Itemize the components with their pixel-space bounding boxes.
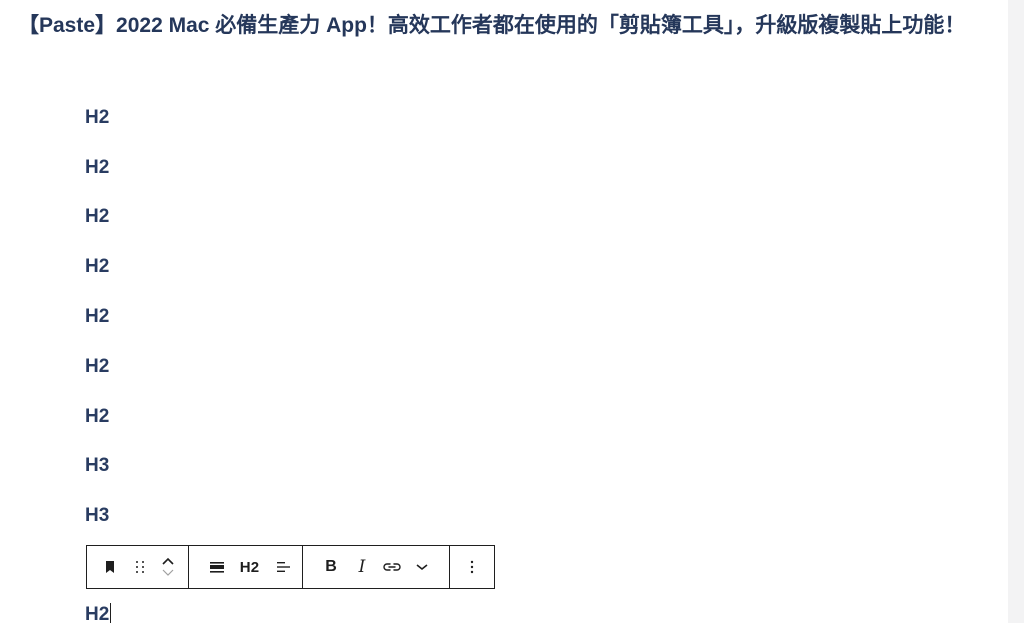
italic-button[interactable]: I [350,552,374,582]
heading-label[interactable]: H2 [85,205,109,229]
heading-label[interactable]: H2 [85,255,109,279]
heading-label[interactable]: H2 [85,106,109,130]
right-gutter [1008,0,1024,623]
heading-block[interactable]: H2 [85,204,109,254]
heading-block[interactable]: H2 [85,104,109,154]
heading-block[interactable]: H2 [85,403,109,453]
selected-heading-label[interactable]: H2 [85,604,109,625]
chevron-down-icon [161,566,175,581]
more-formatting-button[interactable] [410,552,434,582]
heading-block[interactable]: H3 [85,453,109,503]
link-icon [382,558,402,576]
heading-label[interactable]: H2 [85,305,109,329]
heading-controls-group: H2 [189,546,303,588]
heading-label[interactable]: H3 [85,504,109,528]
heading-block[interactable]: H2 [85,253,109,303]
block-mover [158,552,178,582]
heading-block[interactable]: H2 [85,303,109,353]
block-controls-group [87,546,189,588]
block-alignment-button[interactable] [205,552,229,582]
options-button[interactable] [460,552,484,582]
format-controls-group: B I [303,546,451,588]
drag-handle-icon [133,559,147,575]
post-title[interactable]: 【Paste】2022 Mac 必備生產力 App！高效工作者都在使用的「剪貼簿… [18,12,998,39]
link-button[interactable] [380,552,404,582]
options-group [450,546,494,588]
text-align-icon [274,558,292,576]
heading-label[interactable]: H2 [85,405,109,429]
bold-button[interactable]: B [318,552,344,582]
block-toolbar: H2 B I [86,545,495,589]
heading-label[interactable]: H3 [85,454,109,478]
heading-label[interactable]: H2 [85,355,109,379]
editor-canvas[interactable]: 【Paste】2022 Mac 必備生產力 App！高效工作者都在使用的「剪貼簿… [0,0,1008,625]
heading-level-button[interactable]: H2 [235,552,265,582]
align-center-icon [208,558,226,576]
drag-handle-button[interactable] [128,552,152,582]
move-down-button[interactable] [161,567,175,579]
text-align-button[interactable] [271,552,295,582]
heading-block-list: H2 H2 H2 H2 H2 H2 H2 H3 H3 [85,104,109,552]
heading-block[interactable]: H2 [85,353,109,403]
heading-block[interactable]: H2 [85,154,109,204]
heading-label[interactable]: H2 [85,156,109,180]
chevron-down-icon [414,559,430,575]
block-type-button[interactable] [98,552,122,582]
text-caret [110,603,112,623]
bookmark-icon [103,559,117,575]
selected-heading-block[interactable]: H2 [85,603,112,627]
more-vertical-icon [468,558,476,576]
